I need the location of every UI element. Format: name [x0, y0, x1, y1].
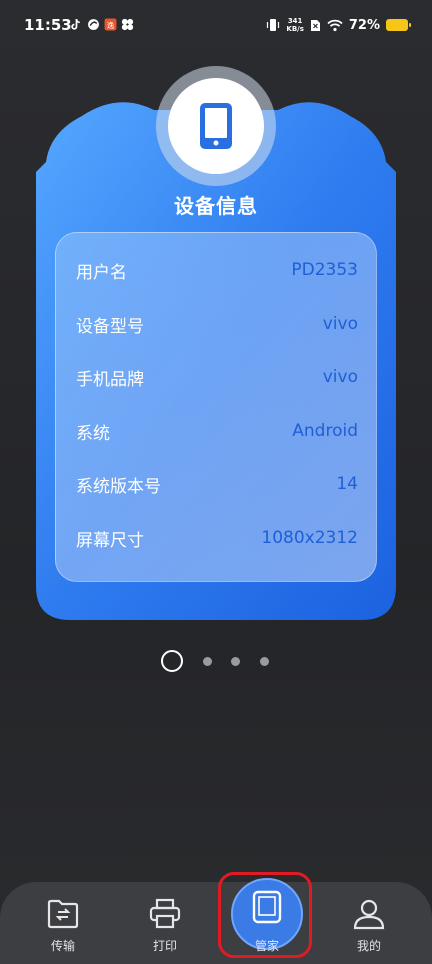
net-speed-unit: KB/s — [286, 25, 304, 33]
status-bar: 11:53 逸 341 KB/s 72% — [0, 0, 432, 52]
info-label: 用户名 — [76, 262, 127, 283]
device-info-card: 设备信息 用户名 PD2353 设备型号 vivo 手机品牌 vivo 系统 A… — [36, 66, 396, 622]
nav-item-print[interactable]: 打印 — [111, 882, 219, 964]
info-row-username: 用户名 PD2353 — [76, 255, 358, 285]
page-dot[interactable] — [231, 657, 240, 666]
info-row-screen-size: 屏幕尺寸 1080x2312 — [76, 523, 358, 553]
net-speed: 341 KB/s — [286, 17, 303, 33]
page-dot[interactable] — [260, 657, 269, 666]
app-icon — [88, 19, 99, 30]
info-value: Android — [292, 421, 358, 441]
info-value: 1080x2312 — [261, 528, 358, 548]
status-time: 11:53 — [24, 16, 72, 34]
info-label: 系统 — [76, 423, 110, 444]
info-row-version: 系统版本号 14 — [76, 469, 358, 499]
info-row-system: 系统 Android — [76, 416, 358, 446]
info-label: 系统版本号 — [76, 476, 161, 497]
info-panel: 用户名 PD2353 设备型号 vivo 手机品牌 vivo 系统 Androi… — [55, 232, 377, 582]
wifi-icon — [327, 19, 343, 31]
nav-item-transfer[interactable]: 传输 — [9, 882, 117, 964]
info-value: 14 — [336, 474, 358, 494]
battery-percent: 72% — [348, 17, 380, 33]
info-value: vivo — [322, 314, 358, 334]
info-label: 设备型号 — [76, 316, 144, 337]
status-right: 341 KB/s 72% — [266, 17, 411, 33]
nav-item-profile[interactable]: 我的 — [315, 882, 423, 964]
vibrate-icon — [267, 19, 280, 31]
highlight-box — [218, 872, 312, 958]
tiktok-icon — [71, 19, 80, 30]
info-value: PD2353 — [291, 260, 358, 280]
info-row-brand: 手机品牌 vivo — [76, 362, 358, 392]
info-row-model: 设备型号 vivo — [76, 309, 358, 339]
fan-icon — [121, 18, 134, 31]
nav-label: 我的 — [356, 939, 381, 953]
app-badge-icon: 逸 — [104, 18, 117, 31]
battery-icon — [386, 19, 411, 31]
net-speed-value: 341 — [287, 17, 303, 25]
user-icon — [349, 894, 389, 934]
page-dot-active[interactable] — [161, 650, 183, 672]
card-title: 设备信息 — [174, 194, 258, 218]
info-value: vivo — [322, 367, 358, 387]
info-label: 手机品牌 — [76, 369, 144, 390]
page-dot[interactable] — [203, 657, 212, 666]
folder-transfer-icon — [43, 894, 83, 934]
nav-label: 打印 — [152, 939, 177, 953]
device-icon-badge — [168, 78, 264, 174]
svg-text:逸: 逸 — [107, 20, 115, 30]
printer-icon — [145, 894, 185, 934]
page-indicator — [0, 650, 432, 672]
tablet-icon — [200, 103, 232, 149]
sim-icon — [310, 19, 320, 31]
info-label: 屏幕尺寸 — [76, 530, 144, 551]
nav-label: 传输 — [50, 939, 75, 953]
notification-icons: 逸 — [70, 18, 134, 31]
bottom-nav: 传输 打印 我的 — [0, 882, 432, 964]
